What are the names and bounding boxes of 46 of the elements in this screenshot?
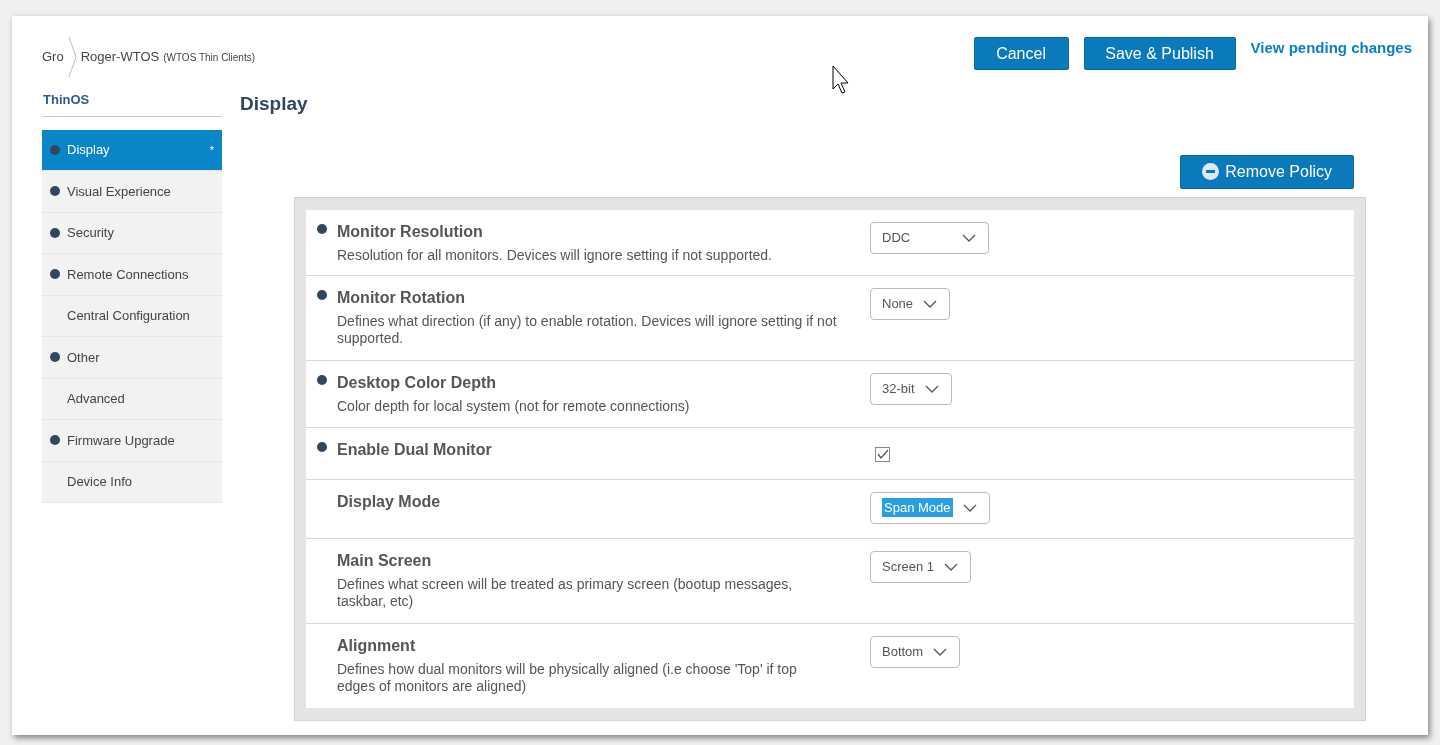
remove-policy-button[interactable]: Remove Policy [1180, 154, 1354, 189]
breadcrumb-context: (WTOS Thin Clients) [163, 50, 256, 65]
setting-description: Defines what direction (if any) to enable rotation. Devices will ignore setting if not supported. [337, 312, 837, 347]
sidebar-item[interactable]: Remote Connections [42, 254, 222, 296]
breadcrumb-link[interactable]: Gro [42, 47, 64, 67]
setting-title: Monitor Rotation [337, 287, 466, 308]
setting-title: Desktop Color Depth [337, 372, 498, 393]
save-publish-button[interactable]: Save & Publish [1083, 37, 1236, 70]
chevron-down-icon [933, 647, 948, 656]
cancel-button[interactable]: Cancel [973, 37, 1069, 70]
dropdown[interactable]: 32-bit [870, 372, 952, 405]
sidebar-item[interactable]: Security [42, 212, 222, 254]
page-title: Display [240, 92, 309, 116]
sidebar-item[interactable]: Visual Experience [42, 171, 222, 213]
mouse-pointer-icon [832, 65, 851, 95]
sidebar-item[interactable]: Display * [42, 129, 222, 171]
dropdown[interactable]: DDC [870, 221, 990, 254]
setting-title: Monitor Resolution [337, 221, 484, 242]
sidebar-item[interactable]: Other [42, 337, 222, 379]
sidebar-item[interactable]: Advanced [42, 378, 222, 420]
modified-mark: * [209, 142, 214, 158]
setting-title: Enable Dual Monitor [337, 439, 493, 460]
setting-title: Alignment [337, 635, 417, 656]
sidebar-item[interactable]: Device Info [42, 461, 222, 503]
chevron-down-icon [944, 562, 959, 571]
sidebar-item[interactable]: Central Configuration [42, 295, 222, 337]
setting-title: Display Mode [337, 491, 442, 512]
setting-description: Color depth for local system (not for remote connections) [337, 397, 691, 415]
chevron-down-icon [962, 233, 977, 242]
checkbox[interactable] [875, 446, 890, 462]
setting-description: Defines how dual monitors will be physically aligned (i.e choose 'Top' if top edges of monitors are aligned) [337, 660, 798, 695]
setting-description: Resolution for all monitors. Devices will ignore setting if not supported. [337, 246, 773, 264]
sidebar-title: ThinOS [42, 90, 222, 117]
dropdown[interactable]: None [870, 287, 951, 320]
chevron-down-icon [924, 384, 939, 393]
chevron-separator-icon [67, 37, 77, 77]
setting-title: Main Screen [337, 550, 433, 571]
sidebar-item[interactable]: Firmware Upgrade [42, 420, 222, 462]
chevron-down-icon [923, 299, 938, 308]
breadcrumb-current: Roger-WTOS [80, 48, 160, 67]
chevron-down-icon [962, 503, 977, 512]
dropdown[interactable]: Bottom [870, 635, 961, 668]
view-pending-changes-link[interactable]: View pending changes [1250, 37, 1412, 60]
dropdown[interactable]: Screen 1 [870, 550, 972, 583]
minus-circle-icon [1202, 163, 1220, 180]
setting-description: Defines what screen will be treated as primary screen (bootup messages, taskbar, etc) [337, 575, 794, 610]
